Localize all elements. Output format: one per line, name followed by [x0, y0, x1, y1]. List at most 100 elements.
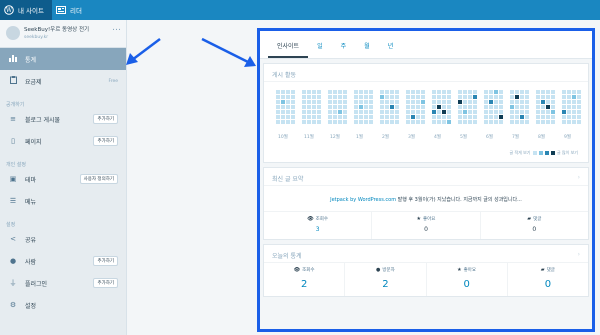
sidebar-item-sharing[interactable]: < 공유	[0, 228, 126, 250]
heatmap-cell	[562, 90, 566, 94]
recent-post-link[interactable]: Jetpack by WordPress.com	[330, 197, 396, 203]
customize-button[interactable]: 사용자 정의하기	[79, 174, 118, 184]
sidebar-item-plans[interactable]: 요금제 Free	[0, 70, 126, 92]
sidebar-item-plugins[interactable]: ⏚ 플러그인 추가하기	[0, 272, 126, 294]
heatmap-cell	[364, 95, 368, 99]
sidebar-item-settings[interactable]: ⚙ 설정	[0, 294, 126, 316]
heatmap-cell	[416, 100, 420, 104]
heatmap-cell	[421, 115, 425, 119]
sidebar-item-label: 테마	[25, 176, 37, 184]
heatmap-cell	[312, 115, 316, 119]
stat-views[interactable]: 👁 조회수 2	[264, 263, 346, 296]
comment-icon: ▰	[540, 267, 545, 273]
heatmap-cell	[328, 100, 332, 104]
stat-views[interactable]: 👁 조회수 3	[264, 212, 373, 239]
heatmap-cell	[333, 120, 337, 124]
add-post-button[interactable]: 추가하기	[93, 114, 118, 124]
heatmap-cell	[302, 105, 306, 109]
heatmap-cell	[317, 100, 321, 104]
heatmap-cell	[411, 95, 415, 99]
heatmap-cell	[390, 105, 394, 109]
stat-comments[interactable]: ▰ 댓글 0	[508, 263, 588, 296]
site-header[interactable]: SeekBuy!우르 동영상 전기 seekbuy.kr …	[0, 20, 126, 48]
add-plugin-button[interactable]: 추가하기	[93, 278, 118, 288]
site-url: seekbuy.kr	[24, 35, 49, 40]
heatmap-cell	[276, 100, 280, 104]
heatmap-cell	[562, 110, 566, 114]
heatmap-cell	[380, 115, 384, 119]
chevron-right-icon[interactable]: ›	[578, 251, 580, 262]
heatmap-cell	[369, 110, 373, 114]
heatmap-cell	[499, 90, 503, 94]
month-label: 10월	[278, 135, 288, 140]
heatmap-cell	[494, 115, 498, 119]
heatmap-cell	[317, 90, 321, 94]
heatmap-cell	[359, 100, 363, 104]
heatmap-cell	[333, 105, 337, 109]
heatmap-cell	[302, 120, 306, 124]
recent-post-card: 최신 글 요약 › Jetpack by WordPress.com 발행 후 …	[263, 167, 589, 240]
heatmap-cell	[281, 105, 285, 109]
add-person-button[interactable]: 추가하기	[93, 256, 118, 266]
month-label: 5월	[460, 135, 468, 140]
tab-week[interactable]: 주	[332, 41, 356, 58]
tab-insights[interactable]: 인사이트	[268, 41, 309, 58]
heatmap-cell	[499, 115, 503, 119]
add-page-button[interactable]: 추가하기	[93, 136, 118, 146]
heatmap-cell	[432, 90, 436, 94]
heatmap-cell	[338, 115, 342, 119]
heatmap-cell	[385, 110, 389, 114]
heatmap-cell	[484, 100, 488, 104]
heatmap-cell	[515, 95, 519, 99]
heatmap-cell	[572, 110, 576, 114]
heatmap-cell	[406, 100, 410, 104]
chevron-right-icon[interactable]: ›	[578, 174, 580, 185]
reader-label: 리더	[70, 7, 82, 15]
sidebar-item-menus[interactable]: ☰ 메뉴	[0, 190, 126, 212]
heatmap-cell	[385, 100, 389, 104]
heatmap-cell	[395, 95, 399, 99]
heatmap-cell	[437, 120, 441, 124]
sidebar-item-blog-posts[interactable]: ≡ 블로그 게시물 추가하기	[0, 108, 126, 130]
month-label: 4월	[434, 135, 442, 140]
stat-likes[interactable]: ★ 좋아요 0	[427, 263, 508, 296]
heatmap-cell	[286, 105, 290, 109]
plug-icon: ⏚	[9, 279, 17, 287]
heatmap-cell	[437, 95, 441, 99]
heatmap-cell	[463, 100, 467, 104]
heatmap-cell	[385, 115, 389, 119]
heatmap-cell	[442, 90, 446, 94]
heatmap-cell	[567, 110, 571, 114]
heatmap-cell	[328, 105, 332, 109]
stat-comments[interactable]: ▰ 댓글 0	[481, 212, 588, 239]
heatmap-cell	[572, 100, 576, 104]
heatmap-cell	[499, 95, 503, 99]
heatmap-cell	[281, 120, 285, 124]
heatmap-cell	[281, 95, 285, 99]
month-label: 3월	[408, 135, 416, 140]
heatmap-cell	[302, 110, 306, 114]
more-options-icon[interactable]: …	[112, 24, 121, 33]
my-sites-button[interactable]: W 내 사이트	[0, 0, 52, 20]
heatmap-cell	[551, 110, 555, 114]
heatmap-cell	[416, 95, 420, 99]
stat-visitors[interactable]: ● 방문자 2	[345, 263, 427, 296]
heatmap-cell	[276, 120, 280, 124]
tab-month[interactable]: 월	[355, 41, 379, 58]
heatmap-cell	[463, 90, 467, 94]
sidebar-item-stats[interactable]: 통계	[0, 48, 126, 70]
heatmap-cell	[354, 100, 358, 104]
sidebar-item-people[interactable]: ● 사람 추가하기	[0, 250, 126, 272]
heatmap-cell	[520, 95, 524, 99]
heatmap-cell	[291, 105, 295, 109]
sidebar-item-pages[interactable]: ▯ 페이지 추가하기	[0, 130, 126, 152]
heatmap-cell	[515, 120, 519, 124]
stat-likes[interactable]: ★ 좋아요 0	[372, 212, 481, 239]
tab-day[interactable]: 일	[308, 41, 332, 58]
sidebar-item-themes[interactable]: ▣ 테마 사용자 정의하기	[0, 168, 126, 190]
tab-year[interactable]: 년	[379, 41, 403, 58]
heatmap-cell	[525, 110, 529, 114]
reader-button[interactable]: 리더	[52, 0, 90, 20]
heatmap-cell	[385, 105, 389, 109]
heatmap-cell	[458, 120, 462, 124]
